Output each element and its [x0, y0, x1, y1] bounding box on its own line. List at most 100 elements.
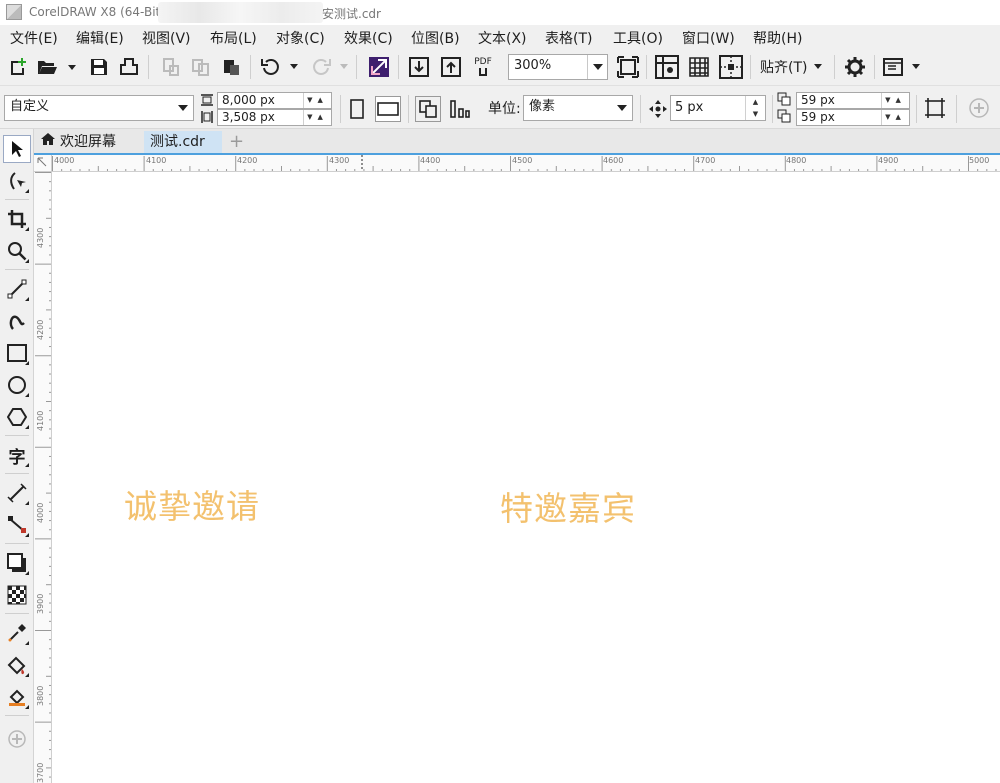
add-tab-button[interactable]: +	[226, 131, 246, 153]
interactive-fill-tool-icon[interactable]	[3, 651, 31, 679]
page-width-icon	[199, 92, 215, 108]
launcher-dropdown-icon[interactable]	[912, 64, 920, 69]
full-screen-preview-icon[interactable]	[615, 54, 641, 80]
cut-icon[interactable]	[158, 54, 184, 80]
tab-document[interactable]: 测试.cdr	[144, 131, 222, 153]
page-border-icon[interactable]	[922, 95, 948, 121]
page-preset-value: 自定义	[10, 99, 50, 114]
nudge-distance-value: 5 px	[675, 100, 704, 115]
open-dropdown-icon[interactable]	[68, 65, 76, 70]
units-combo[interactable]: 像素	[523, 95, 633, 121]
freehand-tool-icon[interactable]	[3, 275, 31, 303]
menu-table[interactable]: 表格(T)	[545, 28, 592, 48]
show-rulers-icon[interactable]	[654, 54, 680, 80]
menu-text[interactable]: 文本(X)	[478, 28, 527, 48]
menu-layout[interactable]: 布局(L)	[210, 28, 257, 48]
canvas-text-invitation[interactable]: 诚挚邀请	[124, 480, 260, 528]
menu-file[interactable]: 文件(E)	[10, 28, 58, 48]
print-icon[interactable]	[116, 54, 142, 80]
toolbox-separator	[5, 613, 29, 614]
new-document-icon[interactable]	[4, 54, 30, 80]
open-folder-icon[interactable]	[34, 54, 60, 80]
current-page-icon[interactable]	[447, 96, 473, 122]
quick-customize-icon[interactable]	[966, 95, 992, 121]
connector-tool-icon[interactable]	[3, 511, 31, 539]
text-tool-icon[interactable]: 字	[3, 441, 31, 469]
page-height-spinner[interactable]: ▼▲	[303, 110, 331, 125]
nudge-spinner[interactable]: ▲ ▼	[745, 96, 765, 120]
menu-tools[interactable]: 工具(O)	[613, 28, 663, 48]
drop-shadow-tool-icon[interactable]	[3, 549, 31, 577]
toolbar-separator	[148, 55, 149, 79]
application-launcher-icon[interactable]	[880, 54, 906, 80]
zoom-tool-icon[interactable]	[3, 237, 31, 265]
copy-icon[interactable]	[188, 54, 214, 80]
menu-bitmaps[interactable]: 位图(B)	[411, 28, 460, 48]
title-bar: CorelDRAW X8 (64-Bit) 安测试.cdr	[0, 0, 1000, 25]
undo-icon[interactable]	[258, 54, 284, 80]
show-grid-icon[interactable]	[686, 54, 712, 80]
ruler-label: 4800	[786, 156, 807, 165]
page-width-field[interactable]: 8,000 px ▼▲	[217, 92, 332, 109]
landscape-icon[interactable]	[375, 96, 401, 122]
undo-dropdown-icon[interactable]	[290, 64, 298, 69]
ruler-label: 3800	[36, 685, 45, 706]
publish-pdf-button[interactable]: PDF	[470, 54, 496, 80]
import-icon[interactable]	[406, 54, 432, 80]
duplicate-y-spinner[interactable]: ▼▲	[881, 110, 909, 125]
gear-icon[interactable]	[842, 54, 868, 80]
nudge-distance-field[interactable]: 5 px ▲ ▼	[670, 95, 766, 121]
menu-view[interactable]: 视图(V)	[142, 28, 191, 48]
eyedropper-tool-icon[interactable]	[3, 619, 31, 647]
smart-fill-tool-icon[interactable]	[3, 683, 31, 711]
save-icon[interactable]	[86, 54, 112, 80]
chevron-down-icon[interactable]	[173, 96, 193, 120]
duplicate-x-spinner[interactable]: ▼▲	[881, 93, 909, 108]
corel-connect-icon[interactable]	[366, 54, 392, 80]
duplicate-x-icon	[776, 91, 794, 109]
menu-object[interactable]: 对象(C)	[276, 28, 325, 48]
quick-customize-icon[interactable]	[3, 725, 31, 753]
page-preset-combo[interactable]: 自定义	[4, 95, 194, 121]
transparency-tool-icon[interactable]	[3, 581, 31, 609]
menu-window[interactable]: 窗口(W)	[682, 28, 735, 48]
page-height-field[interactable]: 3,508 px ▼▲	[217, 109, 332, 126]
page-width-spinner[interactable]: ▼▲	[303, 93, 331, 108]
pick-tool-icon[interactable]	[3, 135, 31, 163]
drawing-canvas[interactable]: 诚挚邀请 特邀嘉宾	[52, 172, 1000, 783]
canvas-text-guest[interactable]: 特邀嘉宾	[500, 482, 636, 530]
ruler-origin-corner[interactable]	[34, 155, 52, 172]
toolbar-separator	[916, 95, 917, 123]
duplicate-y-field[interactable]: 59 px ▼▲	[796, 109, 910, 126]
menu-edit[interactable]: 编辑(E)	[76, 28, 124, 48]
paste-icon[interactable]	[218, 54, 244, 80]
flyout-indicator-icon	[25, 463, 29, 467]
redo-icon[interactable]	[308, 54, 334, 80]
crop-tool-icon[interactable]	[3, 205, 31, 233]
all-pages-icon[interactable]	[415, 96, 441, 122]
tab-welcome-screen[interactable]: 欢迎屏幕	[34, 131, 142, 153]
zoom-level-combo[interactable]: 300%	[508, 54, 608, 80]
menu-help[interactable]: 帮助(H)	[753, 28, 802, 48]
menu-effects[interactable]: 效果(C)	[344, 28, 393, 48]
snap-to-button[interactable]: 贴齐(T)	[760, 57, 807, 77]
units-label: 单位:	[488, 101, 521, 117]
dimension-tool-icon[interactable]	[3, 479, 31, 507]
export-icon[interactable]	[438, 54, 464, 80]
portrait-icon[interactable]	[344, 96, 370, 122]
title-obscured-region	[158, 2, 323, 23]
artistic-media-tool-icon[interactable]	[3, 307, 31, 335]
snap-dropdown-icon[interactable]	[814, 64, 822, 69]
rectangle-tool-icon[interactable]	[3, 339, 31, 367]
polygon-tool-icon[interactable]	[3, 403, 31, 431]
duplicate-x-field[interactable]: 59 px ▼▲	[796, 92, 910, 109]
page-width-value: 8,000 px	[222, 93, 275, 107]
chevron-down-icon[interactable]	[587, 55, 607, 79]
chevron-down-icon[interactable]	[612, 96, 632, 120]
shape-tool-icon[interactable]	[3, 167, 31, 195]
horizontal-ruler[interactable]: 4000 4100 4200 4300 4400 4500 4600 4700 …	[52, 155, 1000, 172]
show-guidelines-icon[interactable]	[718, 54, 744, 80]
redo-dropdown-icon[interactable]	[340, 64, 348, 69]
vertical-ruler[interactable]: 4300 4200 4100 4000 3900 3800 3700	[34, 172, 52, 783]
ellipse-tool-icon[interactable]	[3, 371, 31, 399]
